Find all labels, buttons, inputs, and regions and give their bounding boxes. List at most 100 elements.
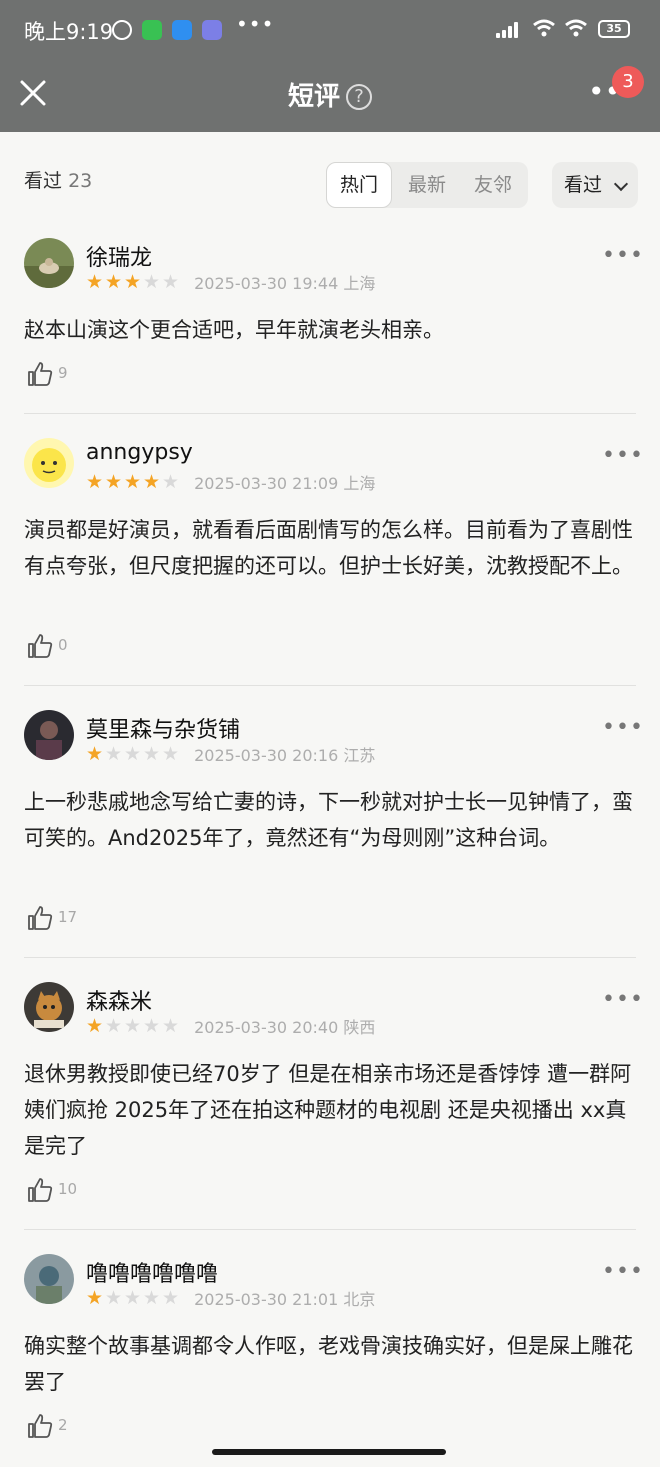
review-text: 赵本山演这个更合适吧，早年就演老头相亲。 xyxy=(24,318,444,342)
star-filled-icon: ★ xyxy=(105,271,123,293)
help-icon[interactable]: ? xyxy=(346,84,372,110)
chevron-down-icon xyxy=(613,176,629,192)
divider xyxy=(24,413,636,414)
divider xyxy=(24,957,636,958)
page-title: 短评? xyxy=(0,76,660,113)
app-notification-icon xyxy=(202,20,222,40)
watched-filter-label: 看过 xyxy=(564,174,603,196)
avatar[interactable] xyxy=(24,438,74,488)
review-text: 上一秒悲戚地念写给亡妻的诗，下一秒就对护士长一见钟情了，蛮可笑的。And2025… xyxy=(24,790,633,850)
more-options-icon[interactable]: ••• xyxy=(602,245,644,267)
star-empty-icon: ★ xyxy=(162,471,180,493)
more-options-icon[interactable]: ••• xyxy=(602,717,644,739)
review-username[interactable]: anngypsy xyxy=(86,440,193,465)
like-count: 2 xyxy=(58,1416,68,1434)
star-filled-icon: ★ xyxy=(86,743,104,765)
review-meta: ★ ★ ★ ★ ★ 2025-03-30 20:40 陕西 xyxy=(86,1014,376,1037)
review-date: 2025-03-30 21:01 北京 xyxy=(194,1290,376,1309)
star-empty-icon: ★ xyxy=(143,271,161,293)
nav-bar: 短评? •• 3 xyxy=(0,60,660,132)
star-rating: ★ ★ ★ ★ ★ xyxy=(86,1016,181,1036)
tab-hot[interactable]: 热门 xyxy=(326,162,392,208)
star-filled-icon: ★ xyxy=(124,271,142,293)
avatar[interactable] xyxy=(24,982,74,1032)
home-indicator[interactable] xyxy=(212,1449,446,1455)
watched-count-value: 23 xyxy=(68,170,93,192)
review-meta: ★ ★ ★ ★ ★ 2025-03-30 21:01 北京 xyxy=(86,1286,376,1309)
review-date: 2025-03-30 21:09 上海 xyxy=(194,474,376,493)
star-empty-icon: ★ xyxy=(124,1287,142,1309)
notification-badge: 3 xyxy=(612,66,644,98)
star-filled-icon: ★ xyxy=(86,471,104,493)
more-options-icon[interactable]: ••• xyxy=(602,1261,644,1283)
status-bar: 晚上9:19 ••• 35 xyxy=(0,0,660,60)
page-title-text: 短评 xyxy=(287,82,340,112)
star-empty-icon: ★ xyxy=(162,743,180,765)
wifi-icon xyxy=(533,19,555,37)
wechat-notification-icon xyxy=(142,20,162,40)
divider xyxy=(24,1229,636,1230)
star-empty-icon: ★ xyxy=(105,1015,123,1037)
star-empty-icon: ★ xyxy=(124,1015,142,1037)
status-time: 晚上9:19 xyxy=(24,20,114,44)
star-rating: ★ ★ ★ ★ ★ xyxy=(86,744,181,764)
star-empty-icon: ★ xyxy=(162,1015,180,1037)
review-text: 确实整个故事基调都令人作呕，老戏骨演技确实好，但是屎上雕花罢了 xyxy=(24,1334,633,1394)
like-count: 17 xyxy=(58,908,78,926)
review-username[interactable]: 莫里森与杂货铺 xyxy=(86,712,240,744)
battery-icon: 35 xyxy=(598,20,630,38)
avatar[interactable] xyxy=(24,1254,74,1304)
avatar[interactable] xyxy=(24,238,74,288)
star-empty-icon: ★ xyxy=(162,1287,180,1309)
alarm-icon xyxy=(112,20,132,40)
review-username[interactable]: 噜噜噜噜噜噜 xyxy=(86,1256,218,1288)
thumbs-up-icon xyxy=(28,634,53,658)
avatar[interactable] xyxy=(24,710,74,760)
review-text: 演员都是好演员，就看看后面剧情写的怎么样。目前看为了喜剧性有点夸张，但尺度把握的… xyxy=(24,518,633,578)
thumbs-up-icon xyxy=(28,362,53,386)
watched-count: 看过 23 xyxy=(24,166,92,193)
star-rating: ★ ★ ★ ★ ★ xyxy=(86,272,181,292)
divider xyxy=(24,685,636,686)
star-filled-icon: ★ xyxy=(86,1015,104,1037)
review-meta: ★ ★ ★ ★ ★ 2025-03-30 21:09 上海 xyxy=(86,470,376,493)
review-date: 2025-03-30 20:40 陕西 xyxy=(194,1018,376,1037)
review-username[interactable]: 徐瑞龙 xyxy=(86,240,152,272)
star-rating: ★ ★ ★ ★ ★ xyxy=(86,472,181,492)
star-filled-icon: ★ xyxy=(124,471,142,493)
review-username[interactable]: 森森米 xyxy=(86,984,152,1016)
review-date: 2025-03-30 19:44 上海 xyxy=(194,274,376,293)
star-empty-icon: ★ xyxy=(143,1287,161,1309)
star-empty-icon: ★ xyxy=(143,743,161,765)
star-filled-icon: ★ xyxy=(86,1287,104,1309)
thumbs-up-icon xyxy=(28,906,53,930)
like-count: 0 xyxy=(58,636,68,654)
review-meta: ★ ★ ★ ★ ★ 2025-03-30 20:16 江苏 xyxy=(86,742,376,765)
star-rating: ★ ★ ★ ★ ★ xyxy=(86,1288,181,1308)
watched-filter-dropdown[interactable]: 看过 xyxy=(552,162,638,208)
tab-friends[interactable]: 友邻 xyxy=(460,162,526,208)
star-empty-icon: ★ xyxy=(124,743,142,765)
top-bar: 晚上9:19 ••• 35 短评? •• 3 xyxy=(0,0,660,132)
sort-segmented-control: 热门 最新 友邻 xyxy=(326,162,528,208)
star-empty-icon: ★ xyxy=(162,271,180,293)
star-filled-icon: ★ xyxy=(86,271,104,293)
review-date: 2025-03-30 20:16 江苏 xyxy=(194,746,376,765)
star-empty-icon: ★ xyxy=(143,1015,161,1037)
thumbs-up-icon xyxy=(28,1178,53,1202)
more-options-icon[interactable]: ••• xyxy=(602,989,644,1011)
more-options-icon[interactable]: ••• xyxy=(602,445,644,467)
more-notifications-icon: ••• xyxy=(236,12,275,36)
star-empty-icon: ★ xyxy=(105,743,123,765)
like-count: 10 xyxy=(58,1180,78,1198)
tab-latest[interactable]: 最新 xyxy=(394,162,460,208)
watched-count-label: 看过 xyxy=(24,170,63,192)
thumbs-up-icon xyxy=(28,1414,53,1438)
star-filled-icon: ★ xyxy=(143,471,161,493)
review-meta: ★ ★ ★ ★ ★ 2025-03-30 19:44 上海 xyxy=(86,270,376,293)
star-empty-icon: ★ xyxy=(105,1287,123,1309)
filter-row: 看过 23 热门 最新 友邻 看过 xyxy=(0,132,660,222)
like-count: 9 xyxy=(58,364,68,382)
star-filled-icon: ★ xyxy=(105,471,123,493)
review-text: 退休男教授即使已经70岁了 但是在相亲市场还是香饽饽 遭一群阿姨们疯抢 2025… xyxy=(24,1062,632,1158)
